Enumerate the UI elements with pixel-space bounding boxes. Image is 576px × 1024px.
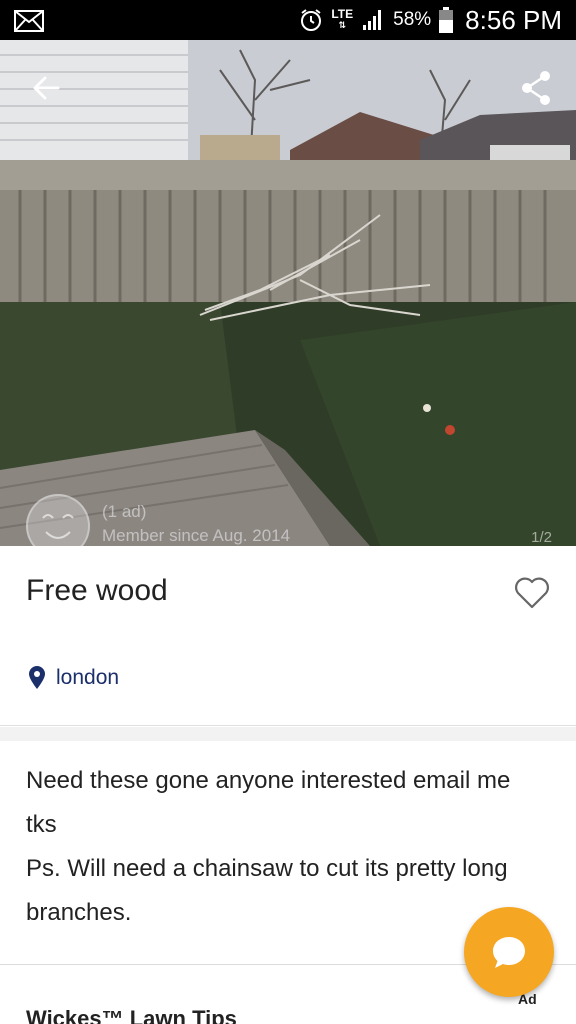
alarm-icon [301,9,322,31]
battery-percent: 58% [393,9,432,30]
seller-member-since: Member since Aug. 2014 [102,526,291,545]
signal-icon [363,10,382,30]
status-bar: LTE ⇅ 58% 8:56 PM [0,0,576,40]
chat-button[interactable] [464,907,554,997]
description-line: branches. [26,899,132,926]
listing-header: Free wood london [0,546,576,726]
description-line: Need these gone anyone interested email … [26,767,511,794]
photo-pager: 1/2 [531,529,552,546]
location-label: london [56,666,120,689]
seller-avatar[interactable] [26,494,90,546]
battery-icon [439,7,454,33]
listing-location[interactable]: london [28,666,119,690]
mail-icon [14,10,44,32]
chat-bubble-icon [493,937,525,968]
heart-icon[interactable] [514,576,550,610]
share-icon[interactable] [518,68,554,108]
seller-info[interactable]: (1 ad) Member since Aug. 2014 [26,490,506,546]
backyard-photo [0,40,576,546]
listing-title: Free wood [26,574,168,607]
seller-ad-count: (1 ad) [102,502,147,521]
smiley-icon [42,514,74,539]
location-pin-icon [29,666,45,689]
clock: 8:56 PM [465,4,562,35]
section-divider [0,727,576,741]
network-type: LTE ⇅ [331,7,354,30]
description-line: tks [26,811,57,838]
description-line: Ps. Will need a chainsaw to cut its pret… [26,855,508,882]
ad-title[interactable]: Wickes™ Lawn Tips [26,1006,237,1024]
listing-photo[interactable]: (1 ad) Member since Aug. 2014 1/2 [0,40,576,546]
back-arrow-icon[interactable] [26,68,66,108]
